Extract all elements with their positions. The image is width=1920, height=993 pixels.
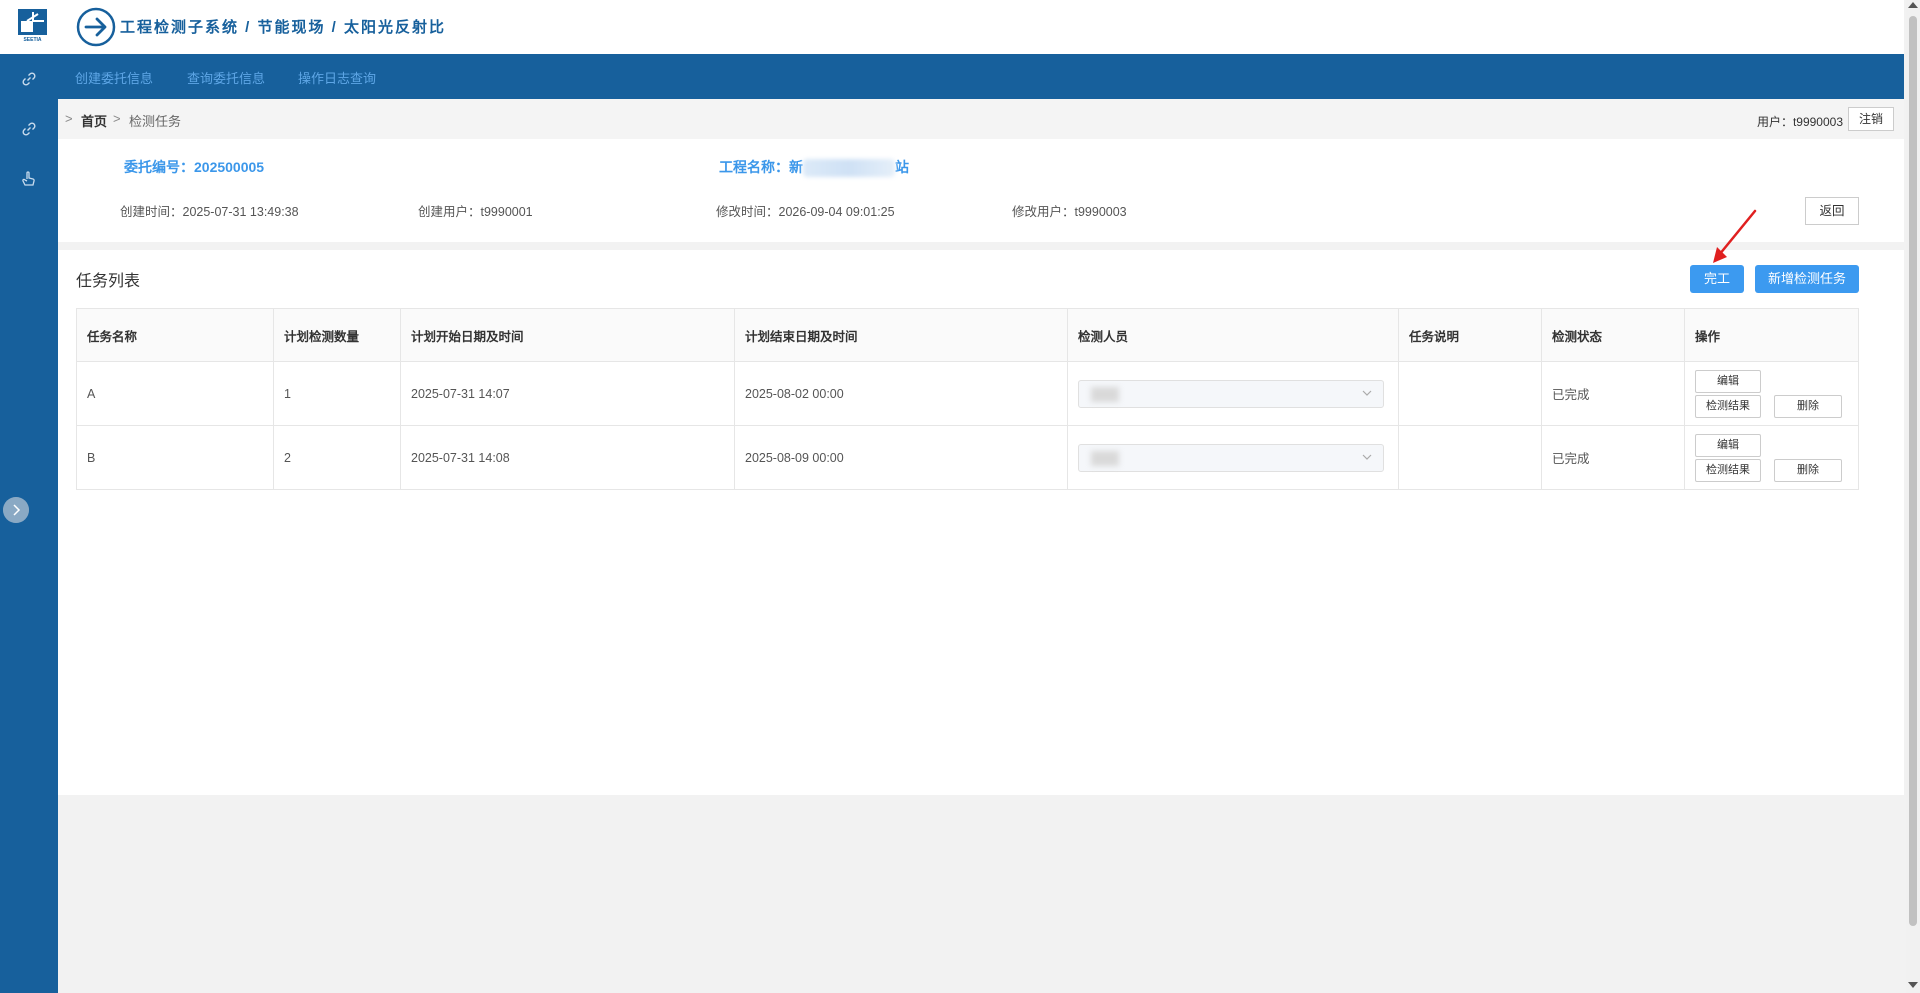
task-name: B — [76, 425, 274, 490]
column-header: 任务说明 — [1398, 308, 1542, 362]
task-name: A — [76, 361, 274, 426]
project-name-label: 工程名称： — [719, 159, 789, 175]
back-button[interactable]: 返回 — [1805, 197, 1859, 225]
task-start: 2025-07-31 14:08 — [400, 425, 735, 490]
table-header-row: 任务名称 计划检测数量 计划开始日期及时间 计划结束日期及时间 检测人员 任务说… — [76, 308, 1859, 362]
project-name: 工程名称：新 站 — [719, 157, 909, 178]
column-header: 计划结束日期及时间 — [734, 308, 1068, 362]
chevron-down-icon — [1362, 454, 1372, 460]
project-name-start: 新 — [789, 159, 803, 175]
task-start: 2025-07-31 14:07 — [400, 361, 735, 426]
task-quantity: 1 — [273, 361, 401, 426]
annotation-arrow-icon — [1713, 209, 1757, 263]
column-header: 操作 — [1684, 308, 1859, 362]
page-title: 工程检测子系统 / 节能现场 / 太阳光反射比 — [120, 19, 447, 36]
edit-button[interactable]: 编辑 — [1695, 370, 1761, 393]
user-label: 用户：t9990003 — [1756, 115, 1843, 129]
modified-user: 修改用户：t9990003 — [1012, 205, 1127, 219]
chevron-down-icon — [1362, 390, 1372, 396]
breadcrumb-separator: > — [65, 111, 73, 126]
breadcrumb-home[interactable]: 首页 — [81, 111, 107, 130]
edit-button[interactable]: 编辑 — [1695, 434, 1761, 457]
breadcrumb-separator: > — [113, 111, 121, 126]
column-header: 检测人员 — [1067, 308, 1399, 362]
table-row: B 2 2025-07-31 14:08 2025-08-09 00:00 已完… — [76, 425, 1859, 490]
app-header: 工程检测子系统 / 节能现场 / 太阳光反射比 — [58, 0, 1904, 54]
task-list-panel: 任务列表 完工 新增检测任务 任务名称 计划检测数量 计划开始日期及时间 计划结… — [58, 250, 1904, 795]
task-end: 2025-08-09 00:00 — [734, 425, 1068, 490]
breadcrumb-current: 检测任务 — [129, 114, 182, 129]
top-nav: 创建委托信息 查询委托信息 操作日志查询 — [58, 54, 1904, 99]
svg-text:SEETIA: SEETIA — [23, 37, 41, 42]
commission-number: 委托编号：202500005 — [124, 159, 265, 175]
column-header: 任务名称 — [76, 308, 274, 362]
task-status: 已完成 — [1541, 361, 1685, 426]
project-name-end: 站 — [895, 159, 909, 175]
nav-create-commission[interactable]: 创建委托信息 — [75, 68, 153, 87]
inspector-cell — [1067, 361, 1399, 426]
arrow-circle-right-icon — [76, 7, 116, 47]
task-list-title: 任务列表 — [76, 273, 141, 290]
complete-button[interactable]: 完工 — [1690, 265, 1744, 293]
created-time: 创建时间：2025-07-31 13:49:38 — [120, 205, 299, 219]
redacted-text — [803, 159, 895, 178]
modified-time: 修改时间：2026-09-04 09:01:25 — [716, 205, 895, 219]
add-task-button[interactable]: 新增检测任务 — [1755, 265, 1859, 293]
logout-button[interactable]: 注销 — [1848, 107, 1894, 131]
operations-cell: 编辑 检测结果 删除 — [1684, 425, 1859, 490]
link-icon[interactable] — [20, 70, 38, 88]
results-button[interactable]: 检测结果 — [1695, 459, 1761, 482]
commission-info-panel: 委托编号：202500005 工程名称：新 站 创建时间：2025-07-31 1… — [58, 139, 1904, 242]
results-button[interactable]: 检测结果 — [1695, 395, 1761, 418]
logo-area: SEETIA — [0, 0, 58, 54]
scrollbar-thumb[interactable] — [1909, 16, 1917, 926]
delete-button[interactable]: 删除 — [1774, 459, 1842, 482]
hand-pointer-icon[interactable] — [20, 170, 38, 188]
task-description — [1398, 425, 1542, 490]
delete-button[interactable]: 删除 — [1774, 395, 1842, 418]
table-row: A 1 2025-07-31 14:07 2025-08-02 00:00 已完… — [76, 361, 1859, 426]
task-description — [1398, 361, 1542, 426]
redacted-text — [1091, 386, 1119, 402]
column-header: 计划开始日期及时间 — [400, 308, 735, 362]
task-end: 2025-08-02 00:00 — [734, 361, 1068, 426]
seetia-logo: SEETIA — [18, 9, 47, 42]
operations-cell: 编辑 检测结果 删除 — [1684, 361, 1859, 426]
breadcrumb-bar: > 首页 > 检测任务 用户：t9990003 注销 — [58, 99, 1904, 139]
scroll-down-icon[interactable] — [1908, 982, 1918, 988]
nav-query-commission[interactable]: 查询委托信息 — [187, 68, 265, 87]
inspector-cell — [1067, 425, 1399, 490]
scroll-up-icon[interactable] — [1908, 2, 1918, 8]
column-header: 计划检测数量 — [273, 308, 401, 362]
chevron-right-icon[interactable] — [3, 497, 29, 523]
link-icon[interactable] — [20, 120, 38, 138]
left-sidebar: SEETIA — [0, 0, 58, 993]
redacted-text — [1091, 450, 1119, 466]
inspector-select[interactable] — [1078, 379, 1384, 408]
task-quantity: 2 — [273, 425, 401, 490]
column-header: 检测状态 — [1541, 308, 1685, 362]
task-status: 已完成 — [1541, 425, 1685, 490]
nav-operation-log[interactable]: 操作日志查询 — [298, 68, 376, 87]
created-user: 创建用户：t9990001 — [418, 205, 533, 219]
inspector-select[interactable] — [1078, 443, 1384, 472]
task-table: 任务名称 计划检测数量 计划开始日期及时间 计划结束日期及时间 检测人员 任务说… — [76, 308, 1859, 490]
